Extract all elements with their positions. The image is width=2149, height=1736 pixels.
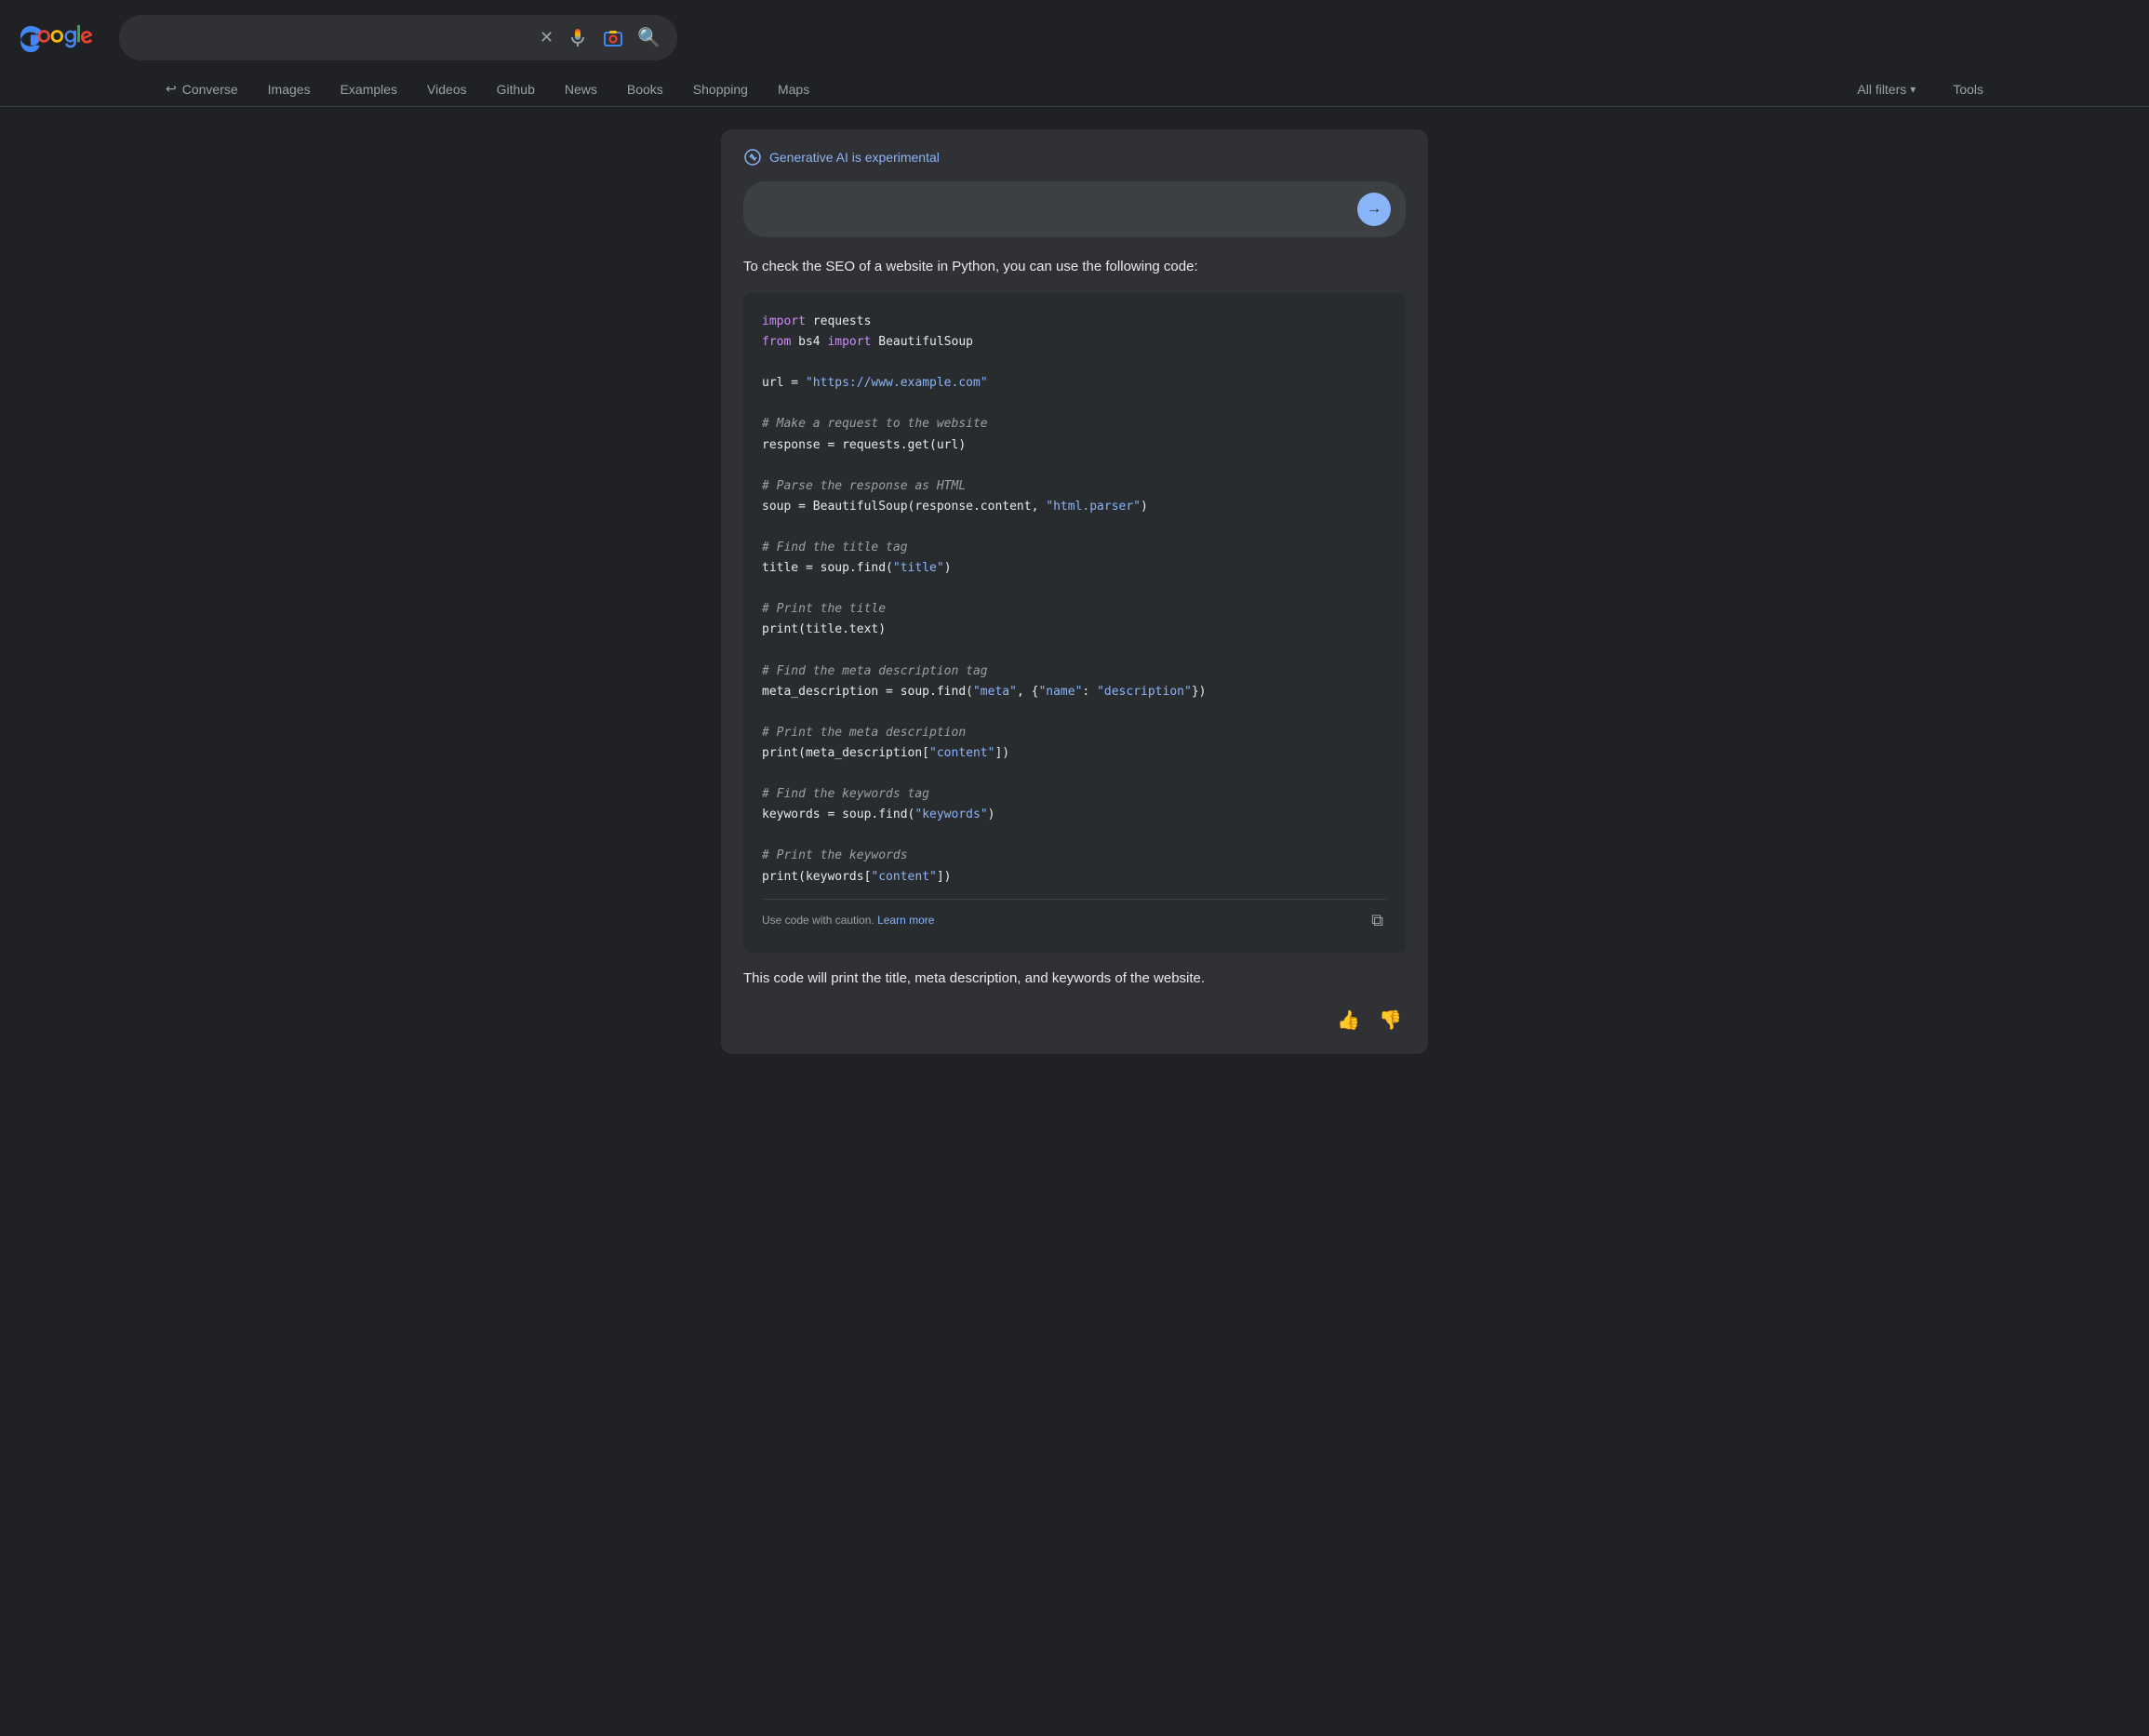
copy-icon: ⧉ (1371, 911, 1383, 929)
code-line: # Print the keywords (762, 846, 1387, 866)
ai-search-box[interactable]: python seo function → (743, 181, 1406, 237)
ai-feedback: 👍 👎 (743, 1005, 1406, 1035)
ai-icon (743, 148, 762, 167)
close-icon: ✕ (540, 28, 554, 47)
code-line: # Print the meta description (762, 723, 1387, 743)
code-line: print(keywords["content"]) (762, 867, 1387, 888)
tab-shopping[interactable]: Shopping (680, 73, 761, 106)
mic-icon (567, 27, 589, 49)
code-line (762, 517, 1387, 538)
ai-description: To check the SEO of a website in Python,… (743, 256, 1406, 278)
all-filters-label: All filters (1857, 82, 1906, 97)
lens-search-button[interactable] (600, 25, 626, 51)
ai-conclusion: This code will print the title, meta des… (743, 968, 1406, 990)
tools-button[interactable]: Tools (1940, 74, 1996, 104)
code-footer: Use code with caution. Learn more ⧉ (762, 899, 1387, 934)
code-line: # Parse the response as HTML (762, 476, 1387, 497)
tab-images[interactable]: Images (255, 73, 324, 106)
tab-converse[interactable]: ↩ Converse (153, 72, 251, 106)
tab-videos-label: Videos (427, 82, 467, 97)
thumbs-down-button[interactable]: 👎 (1375, 1005, 1406, 1035)
code-line (762, 702, 1387, 723)
clear-button[interactable]: ✕ (538, 26, 555, 49)
all-filters-button[interactable]: All filters ▾ (1844, 74, 1929, 104)
code-line (762, 641, 1387, 661)
tab-videos[interactable]: Videos (414, 73, 480, 106)
google-logo (19, 24, 104, 52)
header: python seo function ✕ (0, 0, 2149, 60)
tab-converse-label: Converse (182, 82, 238, 97)
code-caution-text: Use code with caution. Learn more (762, 911, 934, 929)
search-icon: 🔍 (637, 26, 661, 49)
code-line: url = "https://www.example.com" (762, 373, 1387, 394)
code-line: # Find the title tag (762, 538, 1387, 558)
search-bar[interactable]: python seo function ✕ (119, 15, 677, 60)
tab-shopping-label: Shopping (693, 82, 748, 97)
code-block: import requests from bs4 import Beautifu… (743, 293, 1406, 953)
code-line: # Make a request to the website (762, 414, 1387, 434)
search-icons: ✕ (538, 24, 662, 51)
code-line: title = soup.find("title") (762, 558, 1387, 579)
tab-images-label: Images (268, 82, 311, 97)
tab-books[interactable]: Books (614, 73, 676, 106)
code-line: response = requests.get(url) (762, 435, 1387, 456)
code-line (762, 825, 1387, 846)
code-line (762, 394, 1387, 414)
code-line: print(title.text) (762, 620, 1387, 640)
thumbs-down-icon: 👎 (1379, 1010, 1402, 1031)
tab-examples-label: Examples (340, 82, 397, 97)
send-icon: → (1367, 201, 1382, 218)
code-line: keywords = soup.find("keywords") (762, 805, 1387, 825)
nav-right: All filters ▾ Tools (1844, 74, 1996, 104)
tab-examples[interactable]: Examples (327, 73, 410, 106)
search-button[interactable]: 🔍 (635, 24, 662, 51)
code-line: import requests (762, 312, 1387, 332)
code-line: soup = BeautifulSoup(response.content, "… (762, 497, 1387, 517)
code-line: # Find the keywords tag (762, 784, 1387, 805)
ai-search-input[interactable]: python seo function (758, 202, 1350, 218)
code-line: meta_description = soup.find("meta", {"n… (762, 682, 1387, 702)
ai-card: Generative AI is experimental python seo… (721, 129, 1428, 1054)
thumbs-up-button[interactable]: 👍 (1333, 1005, 1364, 1035)
converse-tab-icon: ↩ (166, 81, 177, 97)
chevron-down-icon: ▾ (1910, 83, 1915, 96)
tab-news-label: News (565, 82, 597, 97)
tab-maps[interactable]: Maps (765, 73, 822, 106)
tab-books-label: Books (627, 82, 663, 97)
code-line: # Print the title (762, 599, 1387, 620)
code-line: from bs4 import BeautifulSoup (762, 332, 1387, 353)
code-line (762, 353, 1387, 373)
code-line (762, 579, 1387, 599)
main-content: Generative AI is experimental python seo… (702, 107, 1447, 1099)
code-line: print(meta_description["content"]) (762, 743, 1387, 764)
ai-card-header: Generative AI is experimental (743, 148, 1406, 167)
nav-tabs: ↩ Converse Images Examples Videos Github… (0, 64, 2149, 107)
ai-send-button[interactable]: → (1357, 193, 1391, 226)
voice-search-button[interactable] (565, 25, 591, 51)
search-input[interactable]: python seo function (134, 30, 530, 47)
code-line (762, 764, 1387, 784)
tab-github-label: Github (497, 82, 535, 97)
tools-label: Tools (1953, 82, 1983, 97)
ai-card-title: Generative AI is experimental (769, 150, 940, 165)
tab-maps-label: Maps (778, 82, 809, 97)
learn-more-link[interactable]: Learn more (877, 914, 934, 927)
tab-github[interactable]: Github (484, 73, 548, 106)
thumbs-up-icon: 👍 (1337, 1010, 1360, 1031)
tab-news[interactable]: News (552, 73, 610, 106)
lens-icon (602, 27, 624, 49)
copy-code-button[interactable]: ⧉ (1368, 907, 1387, 934)
caution-text: Use code with caution. (762, 914, 874, 927)
code-line: # Find the meta description tag (762, 661, 1387, 682)
code-line (762, 456, 1387, 476)
